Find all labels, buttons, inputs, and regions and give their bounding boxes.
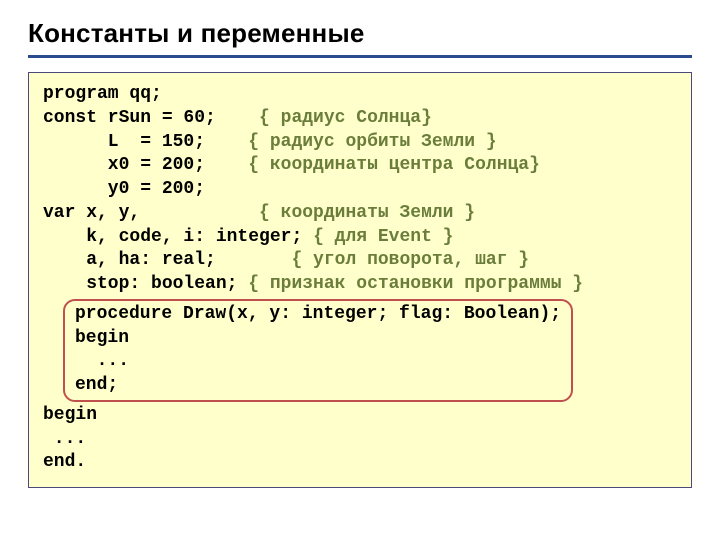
code-line: const rSun = 60; xyxy=(43,108,216,128)
code-line: a, ha: real; xyxy=(43,250,216,270)
code-line: procedure Draw(x, y: integer; flag: Bool… xyxy=(75,304,561,324)
code-line: L = 150; xyxy=(43,132,205,152)
code-comment: { координаты Земли } xyxy=(259,203,475,223)
code-line: stop: boolean; xyxy=(43,274,237,294)
code-comment: { для Event } xyxy=(313,227,453,247)
code-line: k, code, i: integer; xyxy=(43,227,302,247)
code-line: ... xyxy=(75,351,129,371)
code-comment: { координаты центра Солнца} xyxy=(248,155,540,175)
slide-title: Константы и переменные xyxy=(28,18,692,58)
code-comment: { признак остановки программы } xyxy=(248,274,583,294)
code-line: begin xyxy=(75,328,129,348)
procedure-content: procedure Draw(x, y: integer; flag: Bool… xyxy=(75,303,561,398)
code-comment: { угол поворота, шаг } xyxy=(291,250,529,270)
code-block: program qq; const rSun = 60; { радиус Со… xyxy=(28,72,692,488)
code-line: var x, y, xyxy=(43,203,140,223)
code-tail: begin ... end. xyxy=(43,404,677,475)
code-content: program qq; const rSun = 60; { радиус Со… xyxy=(43,83,677,297)
code-comment: { радиус Солнца} xyxy=(259,108,432,128)
procedure-box: procedure Draw(x, y: integer; flag: Bool… xyxy=(63,299,573,402)
code-line: end. xyxy=(43,452,86,472)
code-line: x0 = 200; xyxy=(43,155,205,175)
code-comment: { радиус орбиты Земли } xyxy=(248,132,496,152)
slide: Константы и переменные program qq; const… xyxy=(0,0,720,506)
code-line: begin xyxy=(43,405,97,425)
code-line: program qq; xyxy=(43,84,162,104)
code-line: ... xyxy=(43,429,86,449)
code-line: y0 = 200; xyxy=(43,179,205,199)
code-line: end; xyxy=(75,375,118,395)
